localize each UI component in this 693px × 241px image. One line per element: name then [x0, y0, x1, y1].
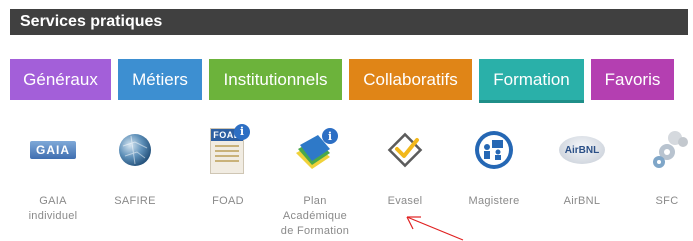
panel-title: Services pratiques — [20, 13, 163, 30]
app-safire[interactable]: SAFIRE — [97, 122, 173, 241]
red-arrow-annotation — [406, 216, 464, 241]
app-label: SAFIRE — [114, 195, 156, 207]
info-badge-icon: i — [234, 124, 250, 140]
books-info-icon: i — [291, 126, 339, 174]
app-airbnl[interactable]: AirBNL AirBNL — [544, 122, 620, 241]
globe-icon — [111, 126, 159, 174]
app-label: FOAD — [212, 195, 244, 207]
app-label: Plan Académique de Formation — [280, 195, 350, 237]
classroom-icon — [470, 126, 518, 174]
tab-label: Généraux — [23, 70, 98, 89]
airbnl-logo-text: AirBNL — [564, 144, 600, 156]
app-sfc[interactable]: SFC — [629, 122, 693, 241]
app-label: Evasel — [387, 195, 423, 207]
tab-collaboratifs[interactable]: Collaboratifs — [349, 59, 472, 100]
foad-document-icon: FOAD i — [204, 124, 252, 174]
tab-label: Collaboratifs — [363, 70, 458, 89]
app-magistere[interactable]: Magistere — [456, 122, 532, 241]
airbnl-cloud-icon: AirBNL — [558, 126, 606, 174]
app-label: SFC — [655, 195, 679, 207]
panel-header: Services pratiques — [10, 9, 688, 35]
gaia-logo-icon: GAIA — [29, 126, 77, 174]
tab-metiers[interactable]: Métiers — [118, 59, 202, 100]
app-plan-academique[interactable]: i Plan Académique de Formation — [277, 122, 353, 241]
app-gaia[interactable]: GAIA GAIA individuel — [15, 122, 91, 241]
tab-generaux[interactable]: Généraux — [10, 59, 111, 100]
gaia-logo-text: GAIA — [36, 143, 70, 157]
tab-favoris[interactable]: Favoris — [591, 59, 674, 100]
tab-label: Métiers — [132, 70, 188, 89]
tab-formation[interactable]: Formation — [479, 59, 584, 103]
app-label: AirBNL — [563, 195, 601, 207]
tab-label: Institutionnels — [223, 70, 328, 89]
gears-icon — [643, 126, 691, 174]
svg-text:i: i — [328, 130, 332, 143]
checkmark-diamond-icon — [381, 126, 429, 174]
tab-label: Favoris — [604, 70, 661, 89]
tab-label: Formation — [493, 70, 570, 89]
app-grid: GAIA GAIA individuel SAFIRE FOAD i FOAD … — [0, 122, 693, 241]
tab-institutionnels[interactable]: Institutionnels — [209, 59, 342, 100]
app-label: GAIA individuel — [28, 195, 78, 222]
app-label: Magistere — [468, 195, 520, 207]
app-foad[interactable]: FOAD i FOAD — [190, 122, 266, 241]
